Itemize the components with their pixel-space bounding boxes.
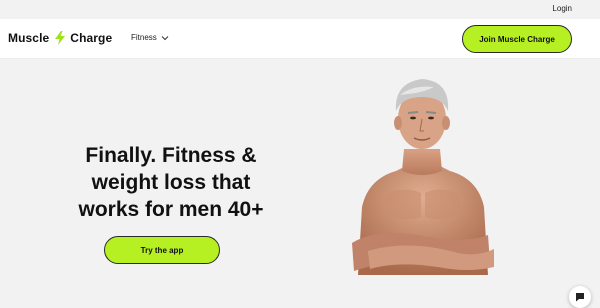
brand-logo[interactable]: Muscle Charge — [8, 31, 112, 45]
hero-headline: Finally. Fitness & weight loss that work… — [56, 142, 286, 223]
brand-text-right: Charge — [70, 31, 113, 45]
chat-icon — [576, 293, 584, 302]
hero-man-image — [352, 79, 494, 275]
nav-fitness-label: Fitness — [131, 33, 157, 42]
join-button[interactable]: Join Muscle Charge — [462, 25, 572, 53]
site-header: Muscle Charge Fitness Join Muscle Charge — [0, 19, 600, 59]
try-app-button[interactable]: Try the app — [104, 236, 220, 264]
headline-line: works for men 40+ — [78, 198, 264, 221]
brand-text-left: Muscle — [8, 31, 50, 45]
nav-fitness-dropdown[interactable]: Fitness — [131, 33, 169, 42]
hero-section: Finally. Fitness & weight loss that work… — [0, 59, 600, 308]
chevron-down-icon — [161, 35, 169, 40]
login-link[interactable]: Login — [552, 4, 572, 13]
headline-line: Finally. Fitness & — [85, 144, 257, 167]
top-bar: Login — [0, 0, 600, 19]
lightning-bolt-icon — [55, 31, 66, 45]
chat-widget-button[interactable] — [569, 286, 591, 308]
headline-line: weight loss that — [91, 171, 251, 194]
